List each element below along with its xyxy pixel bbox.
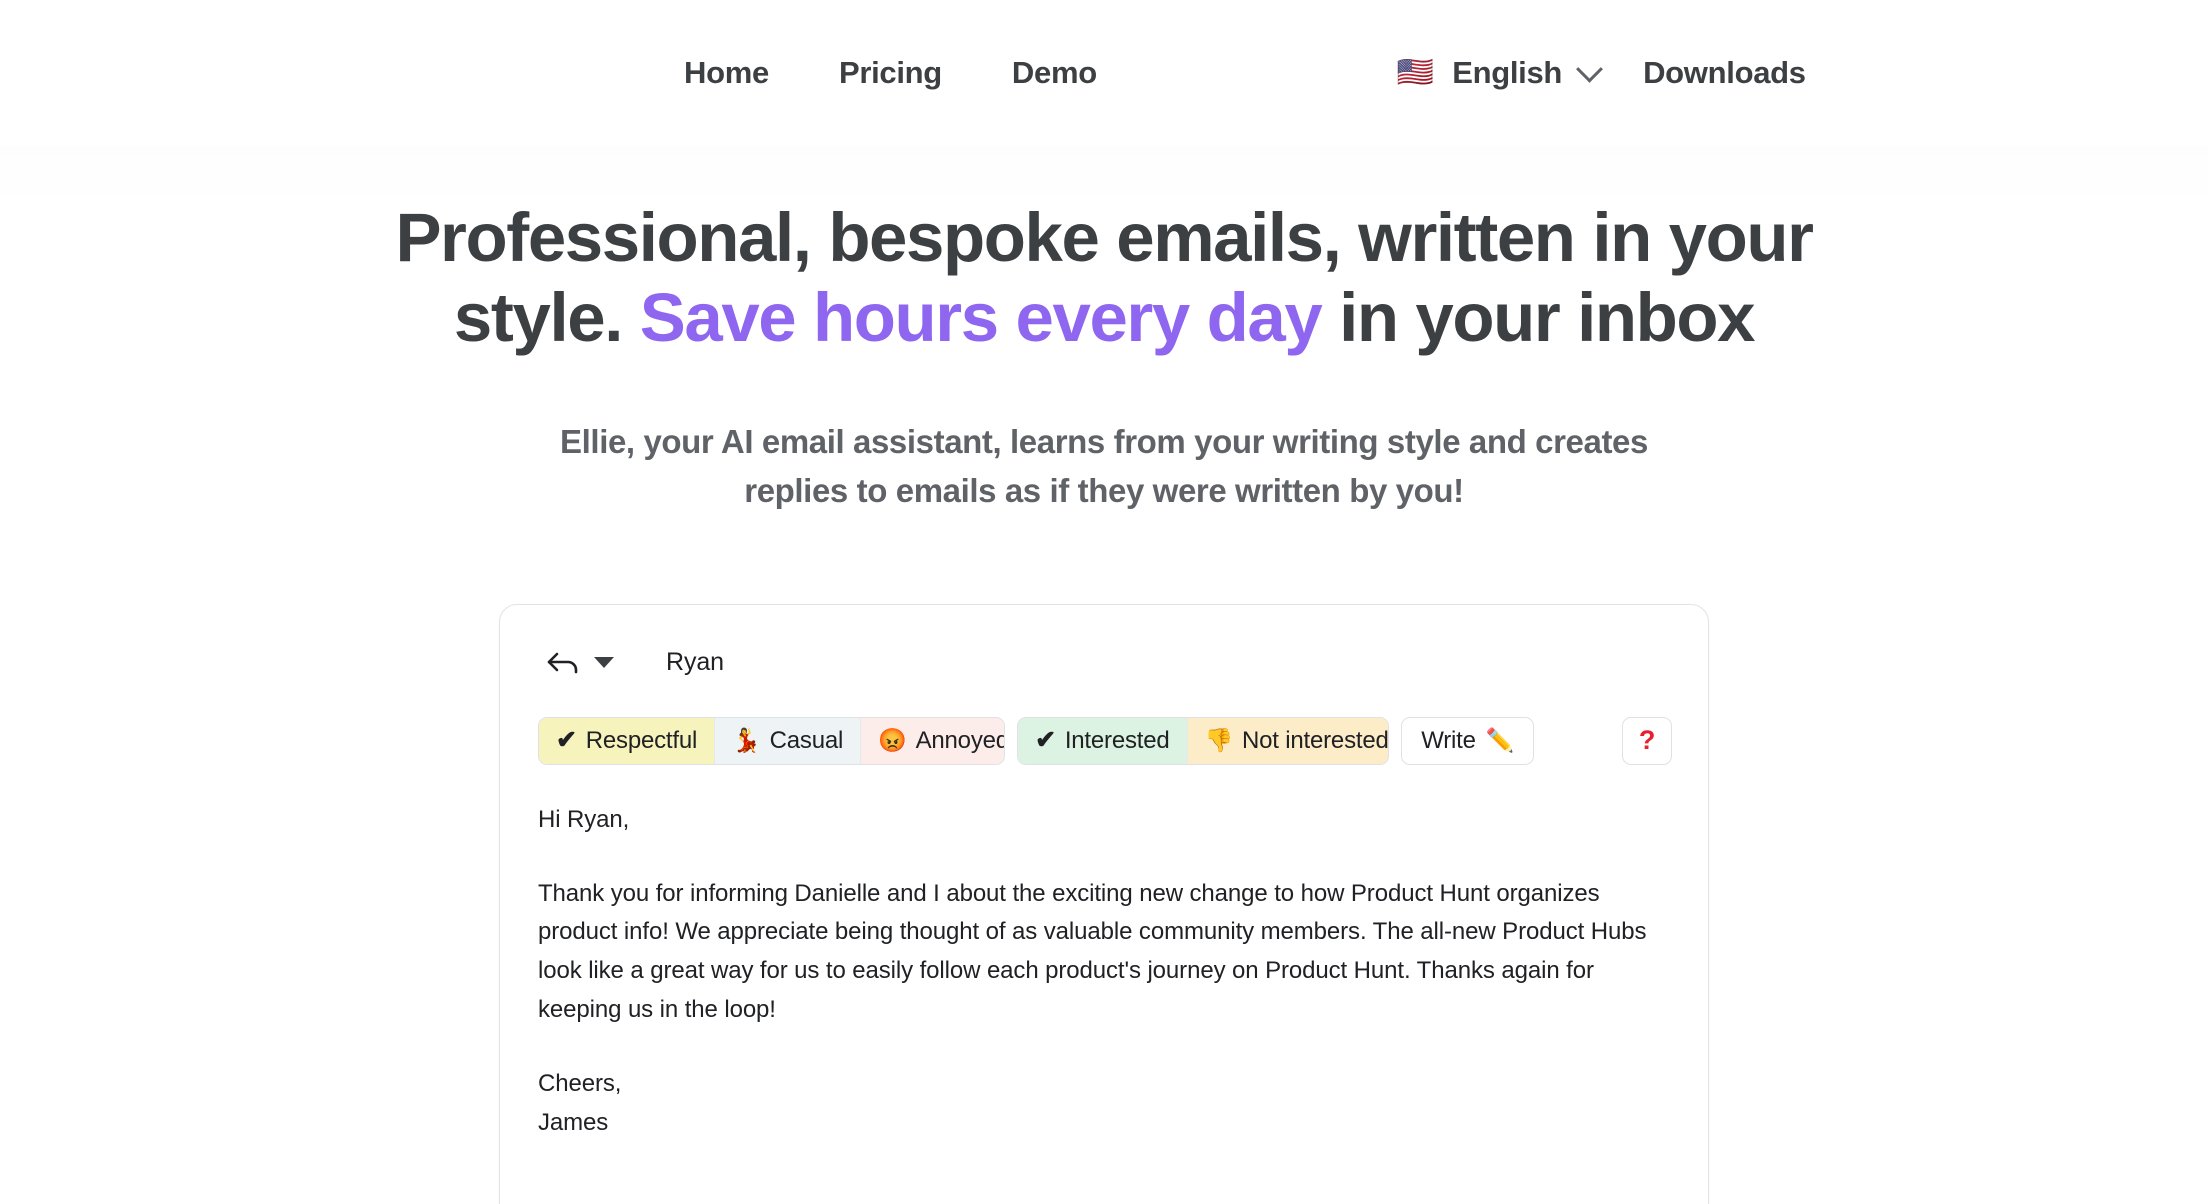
angry-face-icon: 😡: [878, 727, 907, 754]
body-spacer-2: [538, 1030, 1658, 1065]
email-preview-card: Ryan ✔ Respectful 💃 Casual 😡 Annoyed ✔ I…: [499, 603, 1709, 1204]
nav-link-pricing[interactable]: Pricing: [839, 55, 942, 91]
reply-arrow-icon[interactable]: [546, 650, 580, 676]
page-root: Home Pricing Demo 🇺🇸 English Downloads P…: [0, 0, 2208, 1204]
language-label: English: [1452, 55, 1563, 90]
email-card-header: Ryan: [536, 635, 1672, 691]
email-greeting: Hi Ryan,: [538, 805, 630, 833]
dancer-icon: 💃: [732, 727, 761, 754]
check-icon: ✔: [1035, 726, 1056, 755]
tone-button-casual[interactable]: 💃 Casual: [715, 717, 862, 764]
tone-group-style: ✔ Respectful 💃 Casual 😡 Annoyed: [538, 716, 1006, 765]
tone-label-interested: Interested: [1064, 726, 1170, 754]
tone-group-intent: ✔ Interested 👎 Not interested: [1017, 716, 1390, 765]
tone-label-respectful: Respectful: [585, 726, 698, 754]
email-body: Hi Ryan, Thank you for informing Daniell…: [536, 801, 1658, 1143]
check-icon: ✔: [556, 726, 577, 755]
write-button-label: Write: [1421, 726, 1476, 754]
tone-label-casual: Casual: [769, 726, 844, 754]
us-flag-icon: 🇺🇸: [1396, 56, 1435, 89]
email-signature: James: [538, 1108, 609, 1136]
chevron-down-icon: [1576, 55, 1604, 83]
email-signoff: Cheers,: [538, 1070, 622, 1098]
language-selector[interactable]: 🇺🇸 English: [1396, 55, 1604, 91]
body-spacer-1: [538, 840, 1658, 875]
page-title: Professional, bespoke emails, written in…: [344, 198, 1864, 358]
hero-title-highlight: Save hours every day: [639, 279, 1323, 357]
tone-toolbar: ✔ Respectful 💃 Casual 😡 Annoyed ✔ Intere…: [536, 716, 1672, 765]
tone-button-respectful[interactable]: ✔ Respectful: [539, 717, 716, 764]
tone-button-annoyed[interactable]: 😡 Annoyed: [861, 717, 1006, 764]
nav-primary-links: Home Pricing Demo: [684, 55, 1097, 91]
email-card-wrapper: Ryan ✔ Respectful 💃 Casual 😡 Annoyed ✔ I…: [0, 603, 2208, 1204]
tone-button-interested[interactable]: ✔ Interested: [1018, 717, 1188, 764]
nav-secondary-links: 🇺🇸 English Downloads: [1397, 55, 1806, 91]
caret-down-icon[interactable]: [594, 657, 614, 669]
hero-subtitle: Ellie, your AI email assistant, learns f…: [560, 423, 1648, 509]
pencil-icon: ✏️: [1485, 727, 1515, 754]
tone-button-not-interested[interactable]: 👎 Not interested: [1187, 717, 1389, 764]
write-button[interactable]: Write ✏️: [1401, 716, 1535, 765]
tone-label-annoyed: Annoyed: [915, 726, 1006, 754]
nav-link-demo[interactable]: Demo: [1012, 55, 1097, 91]
tone-label-not-interested: Not interested: [1242, 726, 1389, 754]
hero-section: Professional, bespoke emails, written in…: [0, 146, 2208, 516]
nav-link-downloads[interactable]: Downloads: [1643, 55, 1806, 91]
nav-link-home[interactable]: Home: [684, 55, 769, 91]
help-button[interactable]: ?: [1622, 716, 1672, 765]
hero-title-part2: in your inbox: [1321, 279, 1755, 357]
thumbs-down-icon: 👎: [1204, 727, 1234, 754]
nav-inner: Home Pricing Demo 🇺🇸 English Downloads: [254, 55, 1954, 91]
email-paragraph: Thank you for informing Danielle and I a…: [538, 879, 1647, 1024]
email-recipient: Ryan: [666, 648, 724, 677]
top-navigation: Home Pricing Demo 🇺🇸 English Downloads: [0, 0, 2208, 146]
